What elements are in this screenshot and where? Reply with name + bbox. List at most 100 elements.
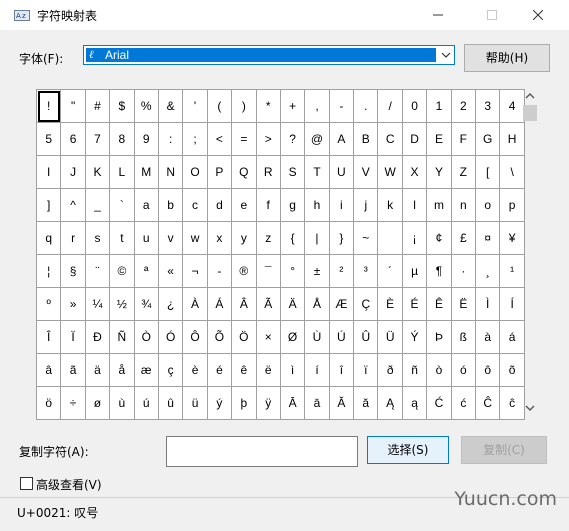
char-cell[interactable]: ã (60, 353, 86, 387)
char-cell[interactable]: Û (353, 320, 379, 354)
char-cell[interactable]: f (255, 188, 281, 222)
char-cell[interactable]: ¡ (401, 221, 428, 255)
char-cell[interactable]: ć (450, 386, 477, 420)
scroll-down-icon[interactable] (524, 403, 536, 413)
char-cell[interactable]: { (279, 221, 306, 255)
advanced-view-checkbox[interactable] (20, 477, 33, 490)
char-cell[interactable]: r (60, 221, 86, 255)
char-cell[interactable]: 6 (60, 122, 86, 156)
char-cell[interactable]: Z (450, 155, 477, 189)
char-cell[interactable]: « (157, 254, 184, 288)
char-cell[interactable]: $ (109, 89, 135, 123)
char-cell[interactable]: , (304, 89, 330, 123)
char-cell[interactable]: í (304, 353, 330, 387)
char-cell[interactable]: 9 (133, 122, 159, 156)
char-cell[interactable]: Ú (328, 320, 355, 354)
char-cell[interactable]: ³ (353, 254, 379, 288)
char-cell[interactable]: » (60, 287, 86, 321)
char-cell[interactable]: Å (304, 287, 330, 321)
char-cell[interactable]: ¢ (426, 221, 452, 255)
font-select[interactable]: ℓ Arial (83, 45, 455, 65)
char-cell[interactable]: ¾ (133, 287, 159, 321)
char-cell[interactable]: ð (377, 353, 403, 387)
char-cell[interactable]: ò (426, 353, 452, 387)
copy-chars-input[interactable] (166, 436, 358, 467)
char-cell[interactable]: N (157, 155, 184, 189)
char-cell[interactable]: U (328, 155, 355, 189)
char-cell[interactable]: ą (401, 386, 428, 420)
char-cell[interactable]: ª (133, 254, 159, 288)
char-cell[interactable]: L (109, 155, 135, 189)
char-cell[interactable]: Î (35, 320, 62, 354)
char-cell[interactable]: ¼ (84, 287, 111, 321)
char-cell[interactable]: ¯ (255, 254, 281, 288)
char-cell[interactable]: y (231, 221, 257, 255)
char-cell[interactable]: à (475, 320, 501, 354)
char-cell[interactable]: È (377, 287, 403, 321)
char-cell[interactable]: a (133, 188, 159, 222)
char-cell[interactable]: h (304, 188, 330, 222)
char-cell[interactable]: ¶ (426, 254, 452, 288)
char-cell[interactable]: ä (84, 353, 111, 387)
char-cell[interactable]: e (231, 188, 257, 222)
char-cell[interactable]: ó (450, 353, 477, 387)
char-cell[interactable]: Q (231, 155, 257, 189)
char-cell[interactable]: C (377, 122, 403, 156)
select-button[interactable]: 选择(S) (367, 436, 449, 464)
char-cell[interactable]: Ć (426, 386, 452, 420)
char-cell[interactable]: F (450, 122, 477, 156)
char-cell[interactable]: æ (133, 353, 159, 387)
char-cell[interactable]: µ (401, 254, 428, 288)
char-cell[interactable]: : (157, 122, 184, 156)
char-cell[interactable]: g (279, 188, 306, 222)
char-cell[interactable]: Ā (279, 386, 306, 420)
char-cell[interactable]: É (401, 287, 428, 321)
char-cell[interactable]: © (109, 254, 135, 288)
char-cell[interactable]: B (353, 122, 379, 156)
char-cell[interactable]: E (426, 122, 452, 156)
char-cell[interactable]: Ï (60, 320, 86, 354)
char-cell[interactable]: ' (182, 89, 208, 123)
char-cell[interactable]: ¬ (182, 254, 208, 288)
char-cell[interactable]: § (60, 254, 86, 288)
char-cell[interactable]: s (84, 221, 111, 255)
char-cell[interactable]: 8 (109, 122, 135, 156)
char-cell[interactable]: Ô (182, 320, 208, 354)
character-grid[interactable]: ! " # $% & '() * +, -./0 1 2 3 4 5 6 7 8 9:; < = >? @ A B C D E F G H… (35, 89, 525, 420)
char-cell[interactable]: Ä (279, 287, 306, 321)
char-cell[interactable]: z (255, 221, 281, 255)
char-cell[interactable]: c (182, 188, 208, 222)
char-cell[interactable]: - (328, 89, 355, 123)
char-cell[interactable]: Þ (426, 320, 452, 354)
char-cell[interactable]: R (255, 155, 281, 189)
char-cell[interactable]: ë (255, 353, 281, 387)
char-cell[interactable]: b (157, 188, 184, 222)
char-cell[interactable]: m (426, 188, 452, 222)
char-cell[interactable]: ¦ (35, 254, 62, 288)
char-cell[interactable]: _ (84, 188, 111, 222)
char-cell[interactable]: þ (231, 386, 257, 420)
char-cell[interactable]: ] (35, 188, 62, 222)
char-cell[interactable]: X (401, 155, 428, 189)
char-cell[interactable]: ê (231, 353, 257, 387)
char-cell[interactable]: ì (279, 353, 306, 387)
char-cell[interactable]: q (35, 221, 62, 255)
char-cell[interactable]: é (206, 353, 233, 387)
char-cell[interactable]: P (206, 155, 233, 189)
char-cell[interactable]: / (377, 89, 403, 123)
char-cell[interactable]: Ĉ (475, 386, 501, 420)
char-cell[interactable]: ? (279, 122, 306, 156)
char-cell[interactable]: Õ (206, 320, 233, 354)
char-cell[interactable]: ý (206, 386, 233, 420)
grid-scrollbar[interactable] (519, 89, 541, 417)
char-cell[interactable]: Ą (377, 386, 403, 420)
char-cell[interactable]: o (475, 188, 501, 222)
close-button[interactable] (515, 0, 561, 30)
char-cell[interactable]: ¸ (475, 254, 501, 288)
char-cell[interactable]: V (353, 155, 379, 189)
char-cell[interactable]: = (231, 122, 257, 156)
char-cell[interactable]: t (109, 221, 135, 255)
char-cell[interactable]: W (377, 155, 403, 189)
char-cell[interactable]: â (35, 353, 62, 387)
char-cell[interactable]: x (206, 221, 233, 255)
